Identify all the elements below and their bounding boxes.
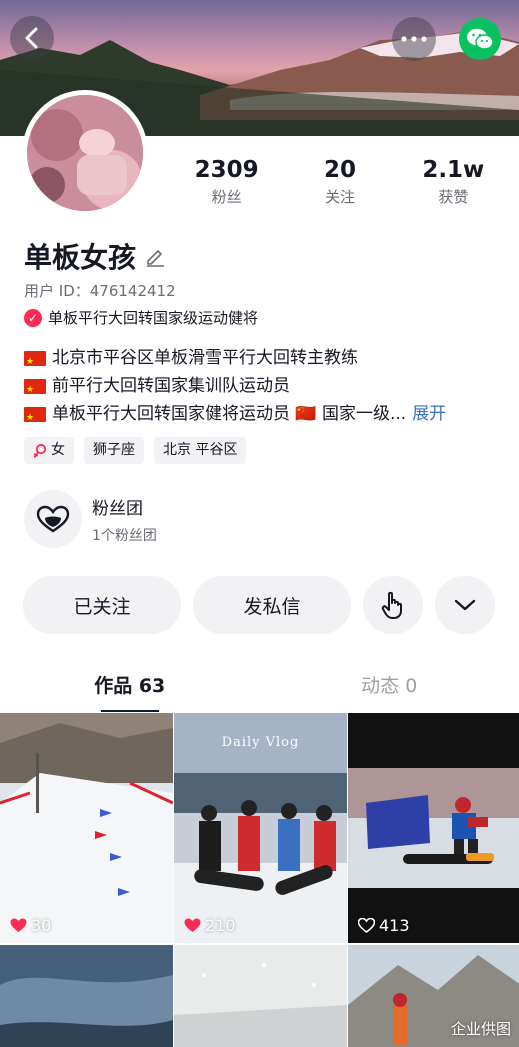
action-buttons: 已关注 发私信 bbox=[23, 576, 495, 634]
stat-label: 获赞 bbox=[438, 188, 469, 206]
like-count-value: 210 bbox=[205, 916, 236, 935]
user-id: 用户 ID：476142412 bbox=[24, 282, 176, 300]
stat-following[interactable]: 20 关注 bbox=[283, 156, 396, 207]
video-thumbnail[interactable]: Daily Vlog 210 bbox=[174, 713, 347, 943]
stat-followers[interactable]: 2309 粉丝 bbox=[170, 156, 283, 207]
sky-thumbnail bbox=[0, 945, 173, 1047]
fan-club-text: 粉丝团 1个粉丝团 bbox=[92, 494, 157, 545]
like-count: 210 bbox=[184, 916, 236, 935]
female-symbol-icon bbox=[33, 443, 47, 458]
chevron-down-icon bbox=[454, 599, 476, 611]
hand-pointer-icon bbox=[381, 591, 402, 619]
bio: 北京市平谷区单板滑雪平行大回转主教练 前平行大回转国家集训队运动员 单板平行大回… bbox=[24, 344, 504, 432]
name-row: 单板女孩 bbox=[24, 236, 166, 276]
bio-text: 前平行大回转国家集训队运动员 bbox=[52, 376, 290, 396]
verification-row: ✓ 单板平行大回转国家级运动健将 bbox=[24, 307, 258, 328]
stat-label: 粉丝 bbox=[211, 188, 242, 206]
stat-value: 2309 bbox=[194, 157, 259, 183]
tab-label: 动态 0 bbox=[361, 675, 418, 697]
verified-check-icon: ✓ bbox=[24, 308, 42, 327]
tab-works[interactable]: 作品 63 bbox=[0, 666, 260, 712]
bio-text: 单板平行大回转国家健将运动员 🇨🇳 国家一级... bbox=[52, 404, 407, 424]
china-flag-icon bbox=[24, 376, 46, 404]
avatar[interactable] bbox=[22, 90, 148, 216]
stat-likes[interactable]: 2.1w 获赞 bbox=[397, 156, 510, 207]
video-thumbnail[interactable] bbox=[174, 945, 347, 1047]
like-count-value: 30 bbox=[31, 916, 52, 935]
video-thumbnail[interactable] bbox=[0, 945, 173, 1047]
more-button[interactable] bbox=[392, 17, 436, 61]
profile-name: 单板女孩 bbox=[24, 241, 137, 274]
bio-line: 单板平行大回转国家健将运动员 🇨🇳 国家一级... 展开 bbox=[24, 400, 504, 432]
video-thumbnail[interactable]: 30 bbox=[0, 713, 173, 943]
stat-value: 20 bbox=[323, 157, 356, 183]
snowboard-race-thumbnail bbox=[348, 713, 519, 943]
bio-line: 北京市平谷区单板滑雪平行大回转主教练 bbox=[24, 344, 504, 376]
profile-tags: 女 狮子座 北京 平谷区 bbox=[24, 437, 247, 464]
like-count: 30 bbox=[10, 916, 51, 935]
wechat-share-button[interactable] bbox=[459, 18, 501, 60]
avatar-image bbox=[27, 95, 143, 211]
verification-text: 单板平行大回转国家级运动健将 bbox=[48, 309, 259, 327]
like-count-value: 413 bbox=[379, 916, 410, 935]
china-flag-icon bbox=[24, 348, 46, 376]
video-thumbnail[interactable]: 413 bbox=[348, 713, 519, 943]
wechat-icon bbox=[467, 28, 494, 50]
tag-label: 北京 平谷区 bbox=[163, 442, 238, 458]
like-count: 413 bbox=[358, 916, 410, 935]
pencil-icon[interactable] bbox=[144, 245, 166, 267]
stat-value: 2.1w bbox=[422, 157, 485, 183]
back-button[interactable] bbox=[10, 16, 54, 60]
followed-button[interactable]: 已关注 bbox=[23, 576, 181, 634]
profile-stats: 2309 粉丝 20 关注 2.1w 获赞 bbox=[170, 156, 510, 207]
chevron-left-icon bbox=[25, 27, 38, 49]
fan-club-entry[interactable]: 粉丝团 1个粉丝团 bbox=[24, 490, 157, 548]
tag-label: 狮子座 bbox=[93, 442, 135, 458]
more-dots-icon bbox=[401, 36, 427, 42]
poke-button[interactable] bbox=[363, 576, 423, 634]
snow-thumbnail bbox=[174, 945, 347, 1047]
fan-club-icon bbox=[24, 490, 82, 548]
more-actions-button[interactable] bbox=[435, 576, 495, 634]
tab-updates[interactable]: 动态 0 bbox=[260, 666, 519, 712]
send-message-button[interactable]: 发私信 bbox=[193, 576, 351, 634]
vlog-title: Daily Vlog bbox=[221, 735, 300, 750]
tab-label: 作品 63 bbox=[94, 675, 166, 697]
expand-bio-link[interactable]: 展开 bbox=[412, 400, 446, 428]
china-flag-icon bbox=[24, 404, 46, 432]
content-tabs: 作品 63 动态 0 bbox=[0, 666, 519, 712]
tag-label: 女 bbox=[51, 442, 65, 458]
watermark: 企业供图 bbox=[450, 1020, 511, 1038]
tag-gender: 女 bbox=[24, 437, 74, 464]
heart-filled-icon bbox=[10, 918, 27, 932]
video-grid: 30 Daily Vlog 210 413 bbox=[0, 713, 519, 1047]
bio-text: 北京市平谷区单板滑雪平行大回转主教练 bbox=[52, 348, 358, 368]
fan-club-subtitle: 1个粉丝团 bbox=[92, 527, 157, 544]
tag-location: 北京 平谷区 bbox=[154, 437, 247, 464]
stat-label: 关注 bbox=[324, 188, 355, 206]
active-tab-indicator bbox=[100, 710, 159, 712]
bio-line: 前平行大回转国家集训队运动员 bbox=[24, 372, 504, 404]
fan-club-title: 粉丝团 bbox=[92, 498, 143, 519]
tag-zodiac: 狮子座 bbox=[84, 437, 144, 464]
heart-outline-icon bbox=[358, 918, 375, 933]
ski-slope-thumbnail bbox=[0, 713, 173, 943]
heart-filled-icon bbox=[184, 918, 201, 932]
